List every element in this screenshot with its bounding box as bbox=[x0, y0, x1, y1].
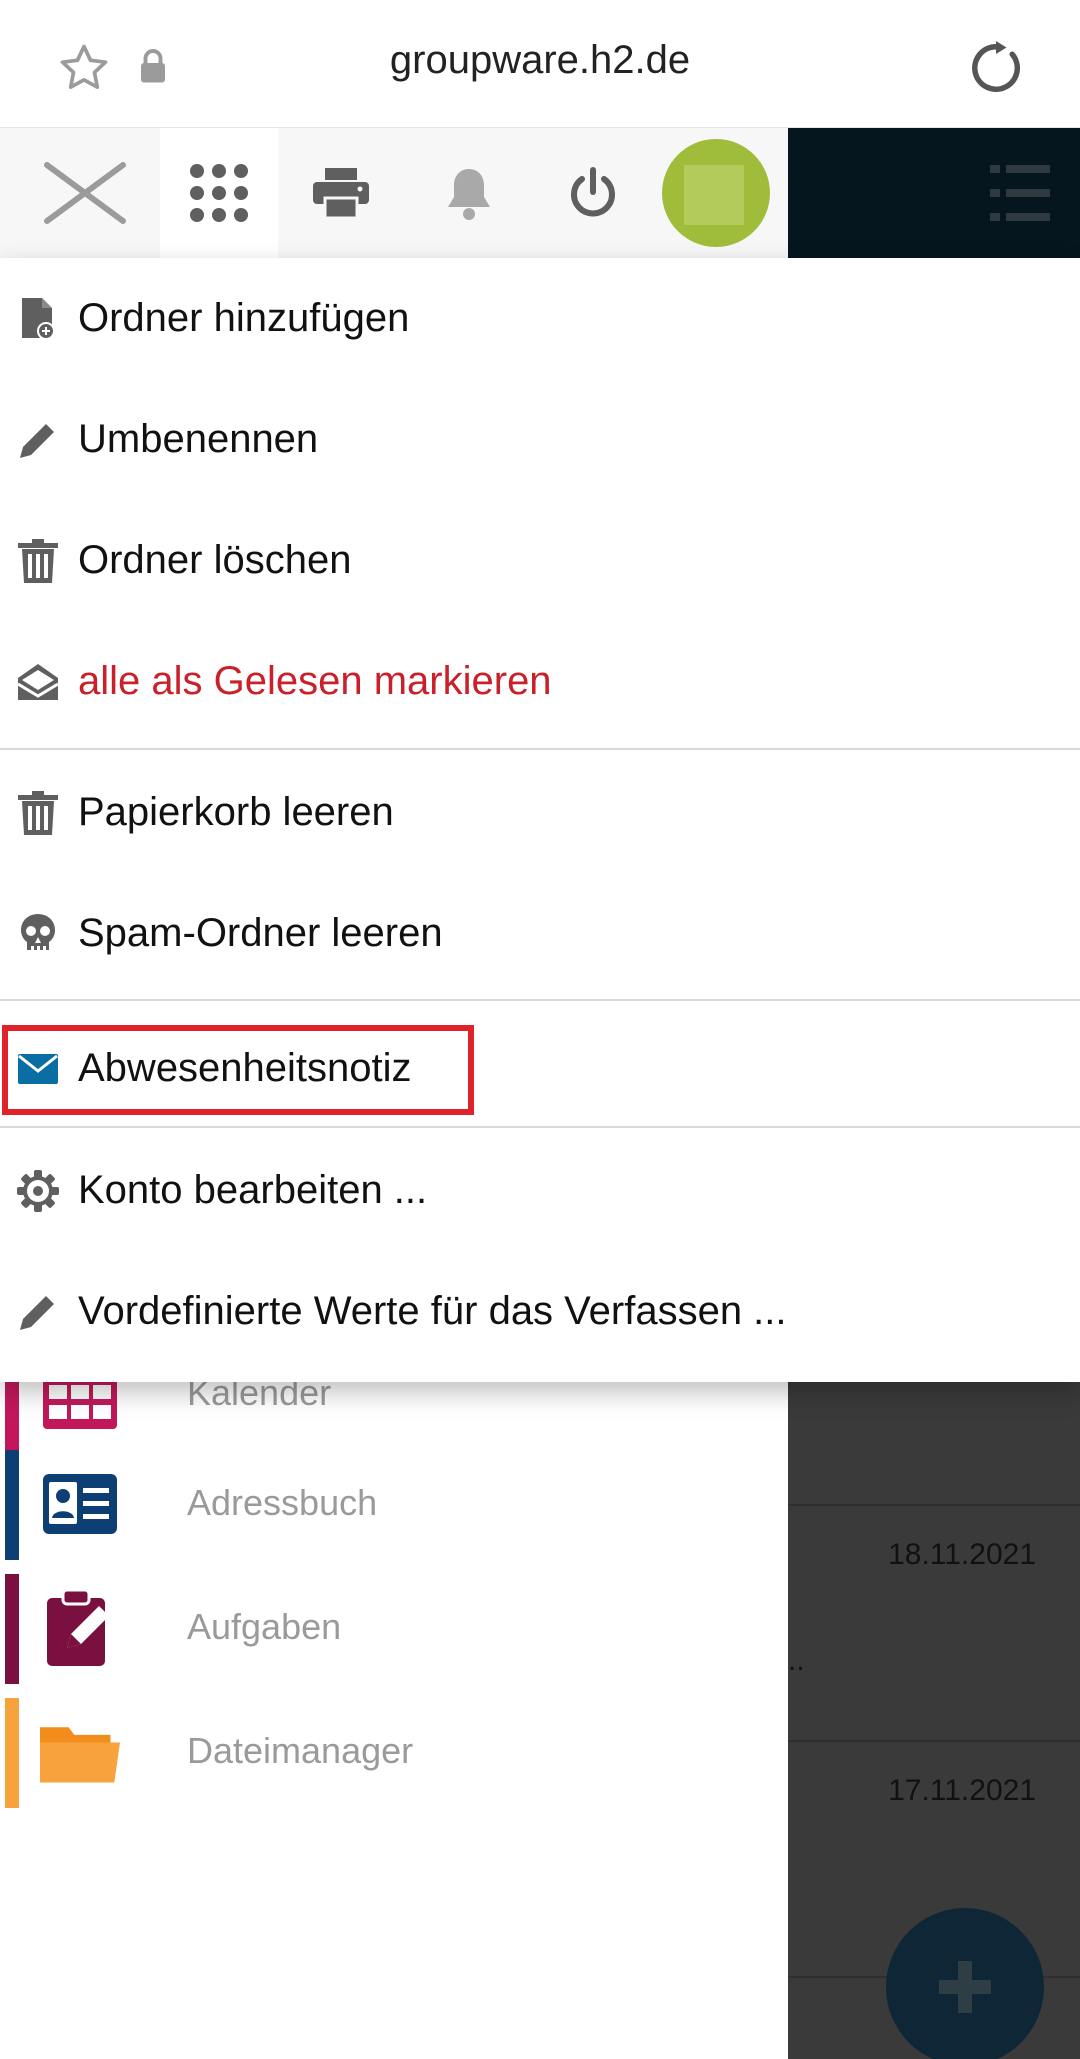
clipboard-edit-icon bbox=[47, 1588, 109, 1666]
mail-ellipsis: .. bbox=[788, 1644, 805, 1677]
menu-item-empty-trash[interactable]: Papierkorb leeren bbox=[0, 752, 1080, 873]
menu-item-label: Spam-Ordner leeren bbox=[78, 911, 443, 955]
plus-icon bbox=[939, 1961, 991, 2013]
mail-date: 18.11.2021 bbox=[888, 1538, 1036, 1571]
skull-icon bbox=[16, 912, 60, 956]
apps-button[interactable] bbox=[160, 128, 278, 258]
browser-address-bar: groupware.h2.de bbox=[0, 0, 1080, 128]
highlight-box bbox=[2, 1025, 474, 1115]
logout-button[interactable] bbox=[548, 128, 638, 258]
close-button[interactable] bbox=[30, 128, 140, 258]
app-toolbar bbox=[0, 128, 1080, 258]
menu-item-mark-all-read[interactable]: alle als Gelesen markieren bbox=[0, 621, 1080, 742]
file-add-icon bbox=[16, 297, 60, 341]
url-text[interactable]: groupware.h2.de bbox=[0, 38, 1080, 83]
pencil-icon bbox=[16, 418, 60, 462]
print-button[interactable] bbox=[296, 128, 386, 258]
bell-icon bbox=[448, 169, 490, 220]
app-sidebar: Kalender Adressbuch Aufgaben Dateimanage… bbox=[0, 1340, 788, 2059]
contact-card-icon bbox=[43, 1474, 117, 1534]
sidebar-app-adressbuch[interactable]: Adressbuch bbox=[0, 1450, 788, 1560]
compose-button[interactable] bbox=[886, 1908, 1044, 2059]
trash-icon bbox=[16, 538, 60, 583]
mail-date: 17.11.2021 bbox=[888, 1774, 1036, 1807]
reload-icon[interactable] bbox=[966, 38, 1026, 98]
menu-divider bbox=[0, 1126, 1080, 1128]
avatar-image bbox=[662, 139, 770, 247]
menu-item-label: alle als Gelesen markieren bbox=[78, 659, 552, 703]
trash-icon bbox=[16, 790, 60, 835]
pencil-icon bbox=[16, 1290, 60, 1334]
menu-item-label: Konto bearbeiten ... bbox=[78, 1168, 428, 1212]
folder-icon bbox=[40, 1727, 120, 1783]
notifications-button[interactable] bbox=[424, 128, 514, 258]
close-icon bbox=[44, 162, 126, 224]
main-menu-button[interactable] bbox=[970, 128, 1070, 258]
menu-item-label: Umbenennen bbox=[78, 417, 319, 461]
avatar[interactable] bbox=[660, 128, 772, 258]
menu-item-label: Vordefinierte Werte für das Verfassen ..… bbox=[78, 1289, 787, 1333]
menu-item-add-folder[interactable]: Ordner hinzufügen bbox=[0, 258, 1080, 379]
envelope-open-icon bbox=[16, 660, 60, 704]
menu-item-rename[interactable]: Umbenennen bbox=[0, 379, 1080, 500]
menu-divider bbox=[0, 999, 1080, 1001]
menu-divider bbox=[0, 748, 1080, 750]
menu-item-label: Papierkorb leeren bbox=[78, 790, 394, 834]
sidebar-app-aufgaben[interactable]: Aufgaben bbox=[0, 1574, 788, 1684]
menu-item-edit-account[interactable]: Konto bearbeiten ... bbox=[0, 1130, 1080, 1251]
sidebar-app-dateimanager[interactable]: Dateimanager bbox=[0, 1698, 788, 1808]
printer-icon bbox=[313, 168, 369, 218]
hamburger-menu-icon bbox=[990, 165, 1050, 221]
menu-item-empty-spam[interactable]: Spam-Ordner leeren bbox=[0, 873, 1080, 994]
sidebar-app-label: Adressbuch bbox=[187, 1482, 378, 1523]
menu-item-label: Ordner hinzufügen bbox=[78, 296, 410, 340]
power-icon bbox=[571, 167, 615, 217]
folder-context-menu: Ordner hinzufügen Umbenennen Ordner lösc… bbox=[0, 258, 1080, 1382]
menu-item-delete-folder[interactable]: Ordner löschen bbox=[0, 500, 1080, 621]
menu-item-label: Ordner löschen bbox=[78, 538, 352, 582]
sidebar-app-label: Aufgaben bbox=[187, 1606, 342, 1647]
menu-item-compose-presets[interactable]: Vordefinierte Werte für das Verfassen ..… bbox=[0, 1251, 1080, 1372]
apps-grid-icon bbox=[190, 164, 248, 222]
gear-icon bbox=[16, 1169, 60, 1213]
sidebar-app-label: Dateimanager bbox=[187, 1730, 414, 1771]
